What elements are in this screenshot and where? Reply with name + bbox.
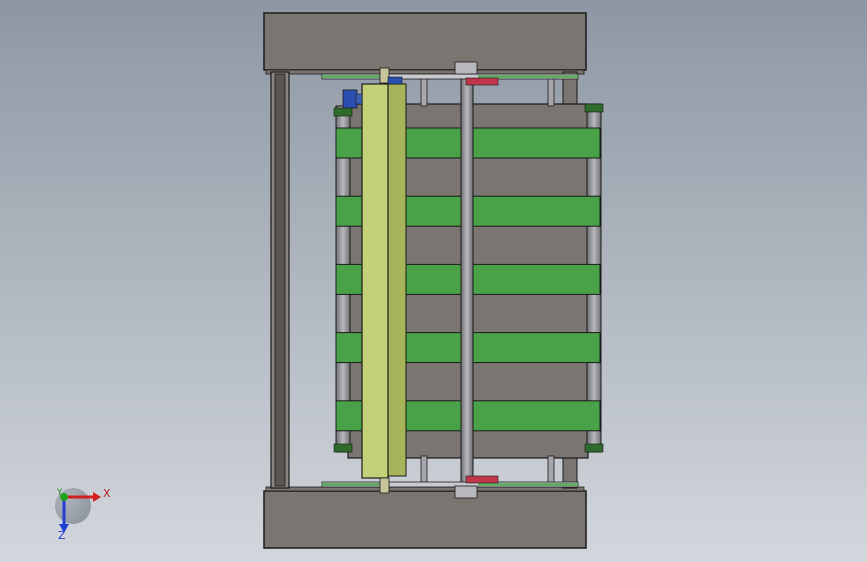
top-chain-left	[322, 75, 382, 78]
shaft-left-a	[420, 75, 428, 107]
bottom-frame-block[interactable]	[263, 490, 587, 549]
cad-viewport[interactable]: X Y Z	[0, 0, 867, 562]
bottom-left-collar[interactable]	[379, 477, 390, 494]
motor-cap	[355, 93, 363, 105]
z-axis-label: Z	[58, 529, 66, 542]
top-red-bearing	[465, 77, 499, 86]
bottom-chain-left	[322, 483, 382, 486]
right-roller-cap-bottom	[584, 443, 604, 453]
top-motor-coupling	[387, 76, 403, 85]
motor-housing[interactable]	[342, 89, 358, 109]
top-left-collar[interactable]	[379, 67, 390, 84]
shaft-right-a	[547, 75, 555, 107]
top-center-collar[interactable]	[454, 61, 478, 75]
top-frame-block[interactable]	[263, 12, 587, 71]
x-axis-label: X	[103, 487, 111, 500]
bottom-red-bearing	[465, 475, 499, 484]
press-panel[interactable]	[361, 83, 389, 479]
right-roller-cap-top	[584, 103, 604, 113]
model-canvas[interactable]	[0, 0, 867, 562]
left-column-inner	[274, 73, 286, 487]
bottom-center-collar[interactable]	[454, 485, 478, 499]
top-chain-right	[478, 75, 578, 78]
shaft-left-b	[420, 455, 428, 487]
left-roller-cap-bottom	[333, 443, 353, 453]
shaft-right-b	[547, 455, 555, 487]
bottom-frame-lip	[265, 486, 585, 492]
left-roller-cap-top	[333, 107, 353, 117]
top-frame-lip	[265, 69, 585, 75]
press-panel-back	[385, 83, 407, 477]
bottom-chain-right	[478, 483, 578, 486]
center-vertical-rod[interactable]	[460, 69, 474, 489]
y-axis-label: Y	[57, 488, 63, 498]
